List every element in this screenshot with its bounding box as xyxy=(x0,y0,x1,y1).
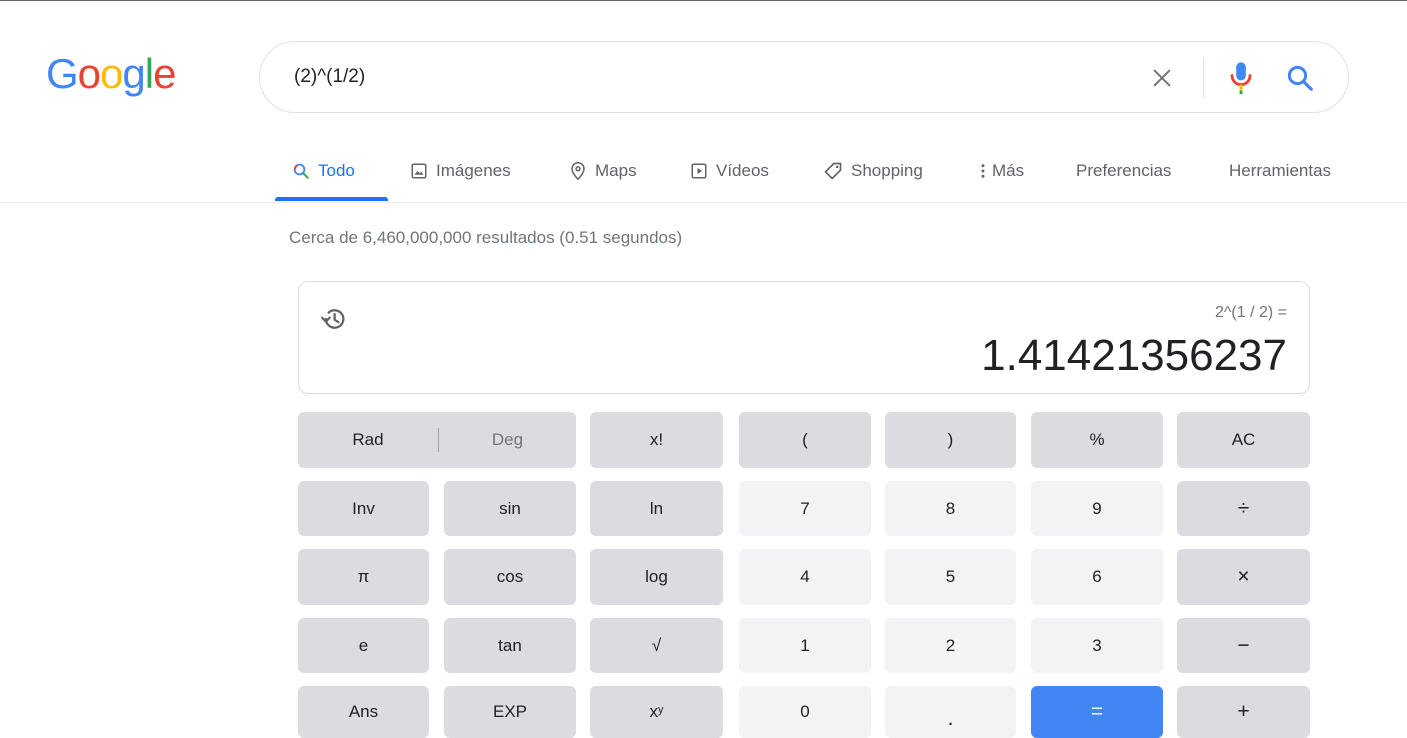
divide-key[interactable]: ÷ xyxy=(1177,481,1310,536)
google-logo[interactable]: Google xyxy=(46,50,176,98)
tab-settings[interactable]: Preferencias xyxy=(1076,156,1171,186)
image-icon xyxy=(411,163,427,179)
map-pin-icon xyxy=(571,161,585,181)
result-stats: Cerca de 6,460,000,000 resultados (0.51 … xyxy=(289,228,683,247)
tab-all[interactable]: Todo xyxy=(292,156,355,186)
close-icon[interactable] xyxy=(1151,67,1173,89)
digit-9-key[interactable]: 9 xyxy=(1031,481,1163,536)
digit-5-key[interactable]: 5 xyxy=(885,549,1016,605)
minus-key[interactable]: − xyxy=(1177,618,1310,673)
tab-more[interactable]: Más xyxy=(980,156,1024,186)
tab-images[interactable]: Imágenes xyxy=(410,156,511,186)
logo-letter: G xyxy=(46,50,79,97)
power-exponent: y xyxy=(658,704,664,716)
tab-label: Herramientas xyxy=(1229,161,1332,180)
tab-label: Vídeos xyxy=(716,161,769,180)
logo-letter: e xyxy=(153,50,176,97)
calculator-display: 2^(1 / 2) = 1.41421356237 xyxy=(298,281,1310,394)
tab-label: Más xyxy=(992,161,1025,180)
power-key[interactable]: xy xyxy=(590,686,723,738)
digit-8-key[interactable]: 8 xyxy=(885,481,1016,536)
cos-key[interactable]: cos xyxy=(444,549,576,605)
all-clear-key[interactable]: AC xyxy=(1177,412,1310,468)
deg-button[interactable]: Deg xyxy=(439,412,576,468)
logo-letter: g xyxy=(122,50,145,97)
tag-icon xyxy=(824,162,842,180)
log-key[interactable]: log xyxy=(590,549,723,605)
digit-0-key[interactable]: 0 xyxy=(739,686,871,738)
digit-7-key[interactable]: 7 xyxy=(739,481,871,536)
exp-key[interactable]: EXP xyxy=(444,686,576,738)
tab-label: Maps xyxy=(595,161,637,180)
decimal-point-key[interactable]: . xyxy=(885,686,1016,738)
inv-key[interactable]: Inv xyxy=(298,481,429,536)
digit-1-key[interactable]: 1 xyxy=(739,618,871,673)
power-base: x xyxy=(649,702,659,721)
ans-key[interactable]: Ans xyxy=(298,686,429,738)
logo-letter: o xyxy=(77,50,101,97)
equals-key[interactable]: = xyxy=(1031,686,1163,738)
tab-tools[interactable]: Herramientas xyxy=(1229,156,1331,186)
calculator-expression: 2^(1 / 2) = xyxy=(1215,304,1287,321)
search-icon[interactable] xyxy=(1285,63,1315,93)
search-tabs: Todo Imágenes Maps Vídeos Shopping Más P… xyxy=(0,140,1407,202)
more-vert-icon xyxy=(981,164,985,178)
tab-label: Todo xyxy=(318,161,355,180)
factorial-key[interactable]: x! xyxy=(590,412,723,468)
search-divider xyxy=(1203,58,1204,98)
tab-label: Shopping xyxy=(851,161,923,180)
multiply-key[interactable]: × xyxy=(1177,549,1310,605)
tab-label: Preferencias xyxy=(1076,161,1172,180)
video-icon xyxy=(691,163,707,179)
history-icon[interactable] xyxy=(319,304,349,334)
tab-videos[interactable]: Vídeos xyxy=(690,156,769,186)
pi-key[interactable]: π xyxy=(298,549,429,605)
logo-letter: l xyxy=(144,50,154,97)
e-key[interactable]: e xyxy=(298,618,429,673)
ln-key[interactable]: ln xyxy=(590,481,723,536)
calculator-result: 1.41421356237 xyxy=(981,331,1287,380)
sin-key[interactable]: sin xyxy=(444,481,576,536)
tab-label: Imágenes xyxy=(436,161,511,180)
rad-button[interactable]: Rad xyxy=(298,412,438,468)
search-box xyxy=(259,41,1349,113)
percent-key[interactable]: % xyxy=(1031,412,1163,468)
tab-maps[interactable]: Maps xyxy=(569,156,637,186)
digit-6-key[interactable]: 6 xyxy=(1031,549,1163,605)
logo-letter: o xyxy=(100,50,123,97)
rad-deg-toggle: Rad Deg xyxy=(298,412,576,468)
microphone-icon[interactable] xyxy=(1226,60,1256,96)
close-paren-key[interactable]: ) xyxy=(885,412,1016,468)
top-border xyxy=(0,0,1407,1)
tab-shopping[interactable]: Shopping xyxy=(823,156,923,186)
digit-3-key[interactable]: 3 xyxy=(1031,618,1163,673)
open-paren-key[interactable]: ( xyxy=(739,412,871,468)
sqrt-key[interactable]: √ xyxy=(590,618,723,673)
search-input[interactable] xyxy=(294,62,1094,92)
search-icon xyxy=(293,163,309,179)
digit-4-key[interactable]: 4 xyxy=(739,549,871,605)
plus-key[interactable]: + xyxy=(1177,686,1310,738)
active-tab-indicator xyxy=(275,197,388,201)
digit-2-key[interactable]: 2 xyxy=(885,618,1016,673)
tabs-divider xyxy=(0,202,1407,203)
tan-key[interactable]: tan xyxy=(444,618,576,673)
